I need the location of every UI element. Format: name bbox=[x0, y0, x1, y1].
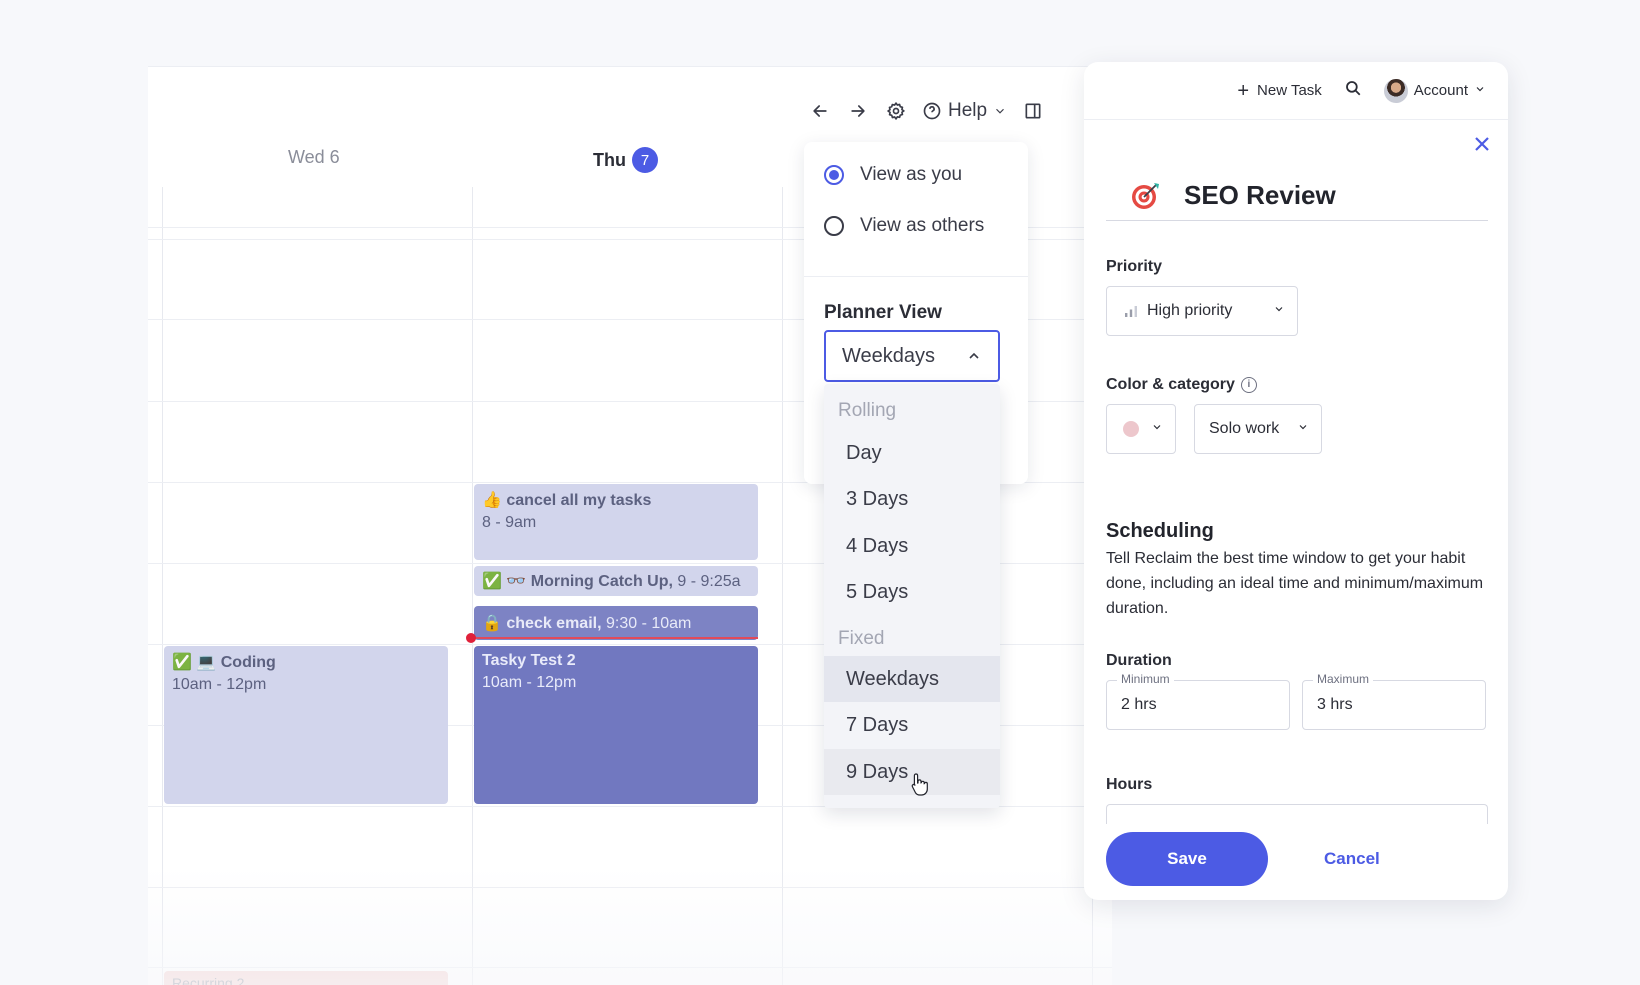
event-tasky-test-2[interactable]: Tasky Test 2 10am - 12pm bbox=[474, 646, 758, 804]
priority-value: High priority bbox=[1147, 302, 1233, 319]
task-detail-panel: + New Task Account SEO Review Priority H… bbox=[1084, 62, 1508, 900]
question-circle-icon bbox=[923, 102, 941, 120]
color-category-text: Color & category bbox=[1106, 376, 1235, 393]
planner-view-select[interactable]: Weekdays bbox=[824, 330, 1000, 382]
new-task-label: New Task bbox=[1257, 82, 1322, 99]
dropdown-group-rolling: Rolling bbox=[838, 400, 897, 421]
radio-selected[interactable] bbox=[824, 165, 844, 185]
event-check-email[interactable]: 🔒 check email, 9:30 - 10am bbox=[474, 606, 758, 640]
hours-field[interactable] bbox=[1106, 804, 1488, 824]
option-label: View as you bbox=[860, 164, 963, 185]
event-morning-catch-up[interactable]: ✅ 👓 Morning Catch Up, 9 - 9:25a bbox=[474, 566, 758, 596]
current-time-line bbox=[474, 637, 758, 639]
grid-column-divider bbox=[162, 187, 163, 985]
hand-pointer-cursor-icon bbox=[911, 773, 928, 796]
day-label: Thu bbox=[593, 149, 626, 170]
duration-minimum-field[interactable]: Minimum 2 hrs bbox=[1106, 672, 1290, 730]
day-header-wed[interactable]: Wed 6 bbox=[288, 147, 340, 168]
event-time: 8 - 9am bbox=[482, 514, 537, 531]
event-time: 9:30 - 10am bbox=[606, 615, 692, 632]
task-title[interactable]: SEO Review bbox=[1184, 180, 1336, 211]
dropdown-item-4-days[interactable]: 4 Days bbox=[824, 523, 1000, 569]
color-select[interactable] bbox=[1106, 404, 1176, 454]
chevron-up-icon bbox=[969, 352, 979, 359]
chevron-down-icon bbox=[996, 108, 1004, 114]
arrow-right-icon[interactable] bbox=[846, 99, 870, 123]
grid-column-divider bbox=[472, 187, 473, 985]
event-coding[interactable]: ✅ 💻 Coding 10am - 12pm bbox=[164, 646, 448, 804]
color-category-label: Color & category i bbox=[1106, 376, 1257, 394]
search-icon[interactable] bbox=[1344, 79, 1362, 102]
event-recurring-2[interactable]: Recurring 2 bbox=[164, 971, 448, 985]
close-icon[interactable] bbox=[1474, 136, 1492, 154]
maximum-caption: Maximum bbox=[1313, 672, 1374, 686]
grid-hour-line bbox=[148, 887, 1112, 888]
gear-icon[interactable] bbox=[884, 99, 908, 123]
task-title-row: SEO Review bbox=[1106, 170, 1488, 221]
current-time-dot bbox=[466, 633, 476, 643]
duration-maximum-field[interactable]: Maximum 3 hrs bbox=[1302, 672, 1486, 730]
dropdown-item-7-days[interactable]: 7 Days bbox=[824, 702, 1000, 748]
grid-hour-line bbox=[148, 967, 1112, 968]
dropdown-group-fixed: Fixed bbox=[838, 628, 885, 649]
radio-unselected[interactable] bbox=[824, 216, 844, 236]
chevron-down-icon bbox=[1297, 420, 1309, 438]
panel-topbar: + New Task Account bbox=[1084, 62, 1508, 120]
dropdown-item-3-days[interactable]: 3 Days bbox=[824, 476, 1000, 522]
event-time: 10am - 12pm bbox=[172, 676, 267, 693]
planner-view-label: Planner View bbox=[824, 302, 942, 323]
event-title: Tasky Test 2 bbox=[482, 652, 576, 669]
day-header-thu[interactable]: Thu 7 bbox=[593, 147, 658, 173]
event-cancel-all-my-tasks[interactable]: 👍 cancel all my tasks 8 - 9am bbox=[474, 484, 758, 560]
event-title: ✅ 💻 Coding bbox=[172, 654, 276, 671]
grid-column-divider bbox=[782, 187, 783, 985]
chevron-down-icon bbox=[1273, 302, 1285, 320]
priority-select[interactable]: High priority bbox=[1106, 286, 1298, 336]
event-time: 9 - 9:25a bbox=[677, 573, 741, 590]
calendar-toolbar: Help bbox=[808, 95, 1045, 127]
account-menu[interactable]: Account bbox=[1383, 78, 1486, 103]
arrow-left-icon[interactable] bbox=[808, 99, 832, 123]
category-select[interactable]: Solo work bbox=[1194, 404, 1322, 454]
popover-divider bbox=[804, 276, 1028, 277]
planner-view-value: Weekdays bbox=[842, 344, 936, 367]
sidebar-panel-icon[interactable] bbox=[1021, 99, 1045, 123]
view-as-others-option[interactable]: View as others bbox=[824, 215, 984, 237]
dropdown-item-day[interactable]: Day bbox=[824, 430, 1000, 476]
scheduling-title: Scheduling bbox=[1106, 520, 1214, 542]
cancel-button[interactable]: Cancel bbox=[1324, 832, 1380, 886]
dropdown-item-weekdays[interactable]: Weekdays bbox=[824, 656, 1000, 702]
account-label: Account bbox=[1413, 82, 1468, 99]
color-swatch bbox=[1123, 421, 1139, 437]
scheduling-description: Tell Reclaim the best time window to get… bbox=[1106, 550, 1484, 617]
option-label: View as others bbox=[860, 215, 985, 236]
help-label: Help bbox=[948, 100, 988, 121]
hours-label: Hours bbox=[1106, 776, 1153, 793]
minimum-value: 2 hrs bbox=[1121, 696, 1157, 713]
save-button[interactable]: Save bbox=[1106, 832, 1268, 886]
signal-bars-icon bbox=[1125, 306, 1137, 317]
maximum-value: 3 hrs bbox=[1317, 696, 1353, 713]
info-icon[interactable]: i bbox=[1240, 376, 1257, 393]
chevron-down-icon bbox=[1474, 82, 1486, 99]
duration-label: Duration bbox=[1106, 652, 1172, 669]
category-value: Solo work bbox=[1209, 420, 1280, 437]
target-dart-icon bbox=[1132, 183, 1159, 209]
today-badge: 7 bbox=[632, 147, 658, 173]
event-time: 10am - 12pm bbox=[482, 674, 577, 691]
event-title: ✅ 👓 Morning Catch Up, bbox=[482, 573, 673, 590]
priority-label: Priority bbox=[1106, 258, 1163, 275]
new-task-button[interactable]: + New Task bbox=[1237, 81, 1321, 101]
help-button[interactable]: Help bbox=[922, 100, 1007, 122]
view-as-you-option[interactable]: View as you bbox=[824, 164, 962, 186]
chevron-down-icon bbox=[1151, 420, 1163, 438]
event-title: 👍 cancel all my tasks bbox=[482, 492, 652, 509]
avatar bbox=[1383, 78, 1408, 103]
planner-view-dropdown: Rolling Day 3 Days 4 Days 5 Days Fixed W… bbox=[824, 384, 1000, 808]
dropdown-item-5-days[interactable]: 5 Days bbox=[824, 569, 1000, 615]
minimum-caption: Minimum bbox=[1117, 672, 1174, 686]
plus-icon: + bbox=[1237, 79, 1250, 102]
event-title: 🔒 check email, bbox=[482, 615, 602, 632]
